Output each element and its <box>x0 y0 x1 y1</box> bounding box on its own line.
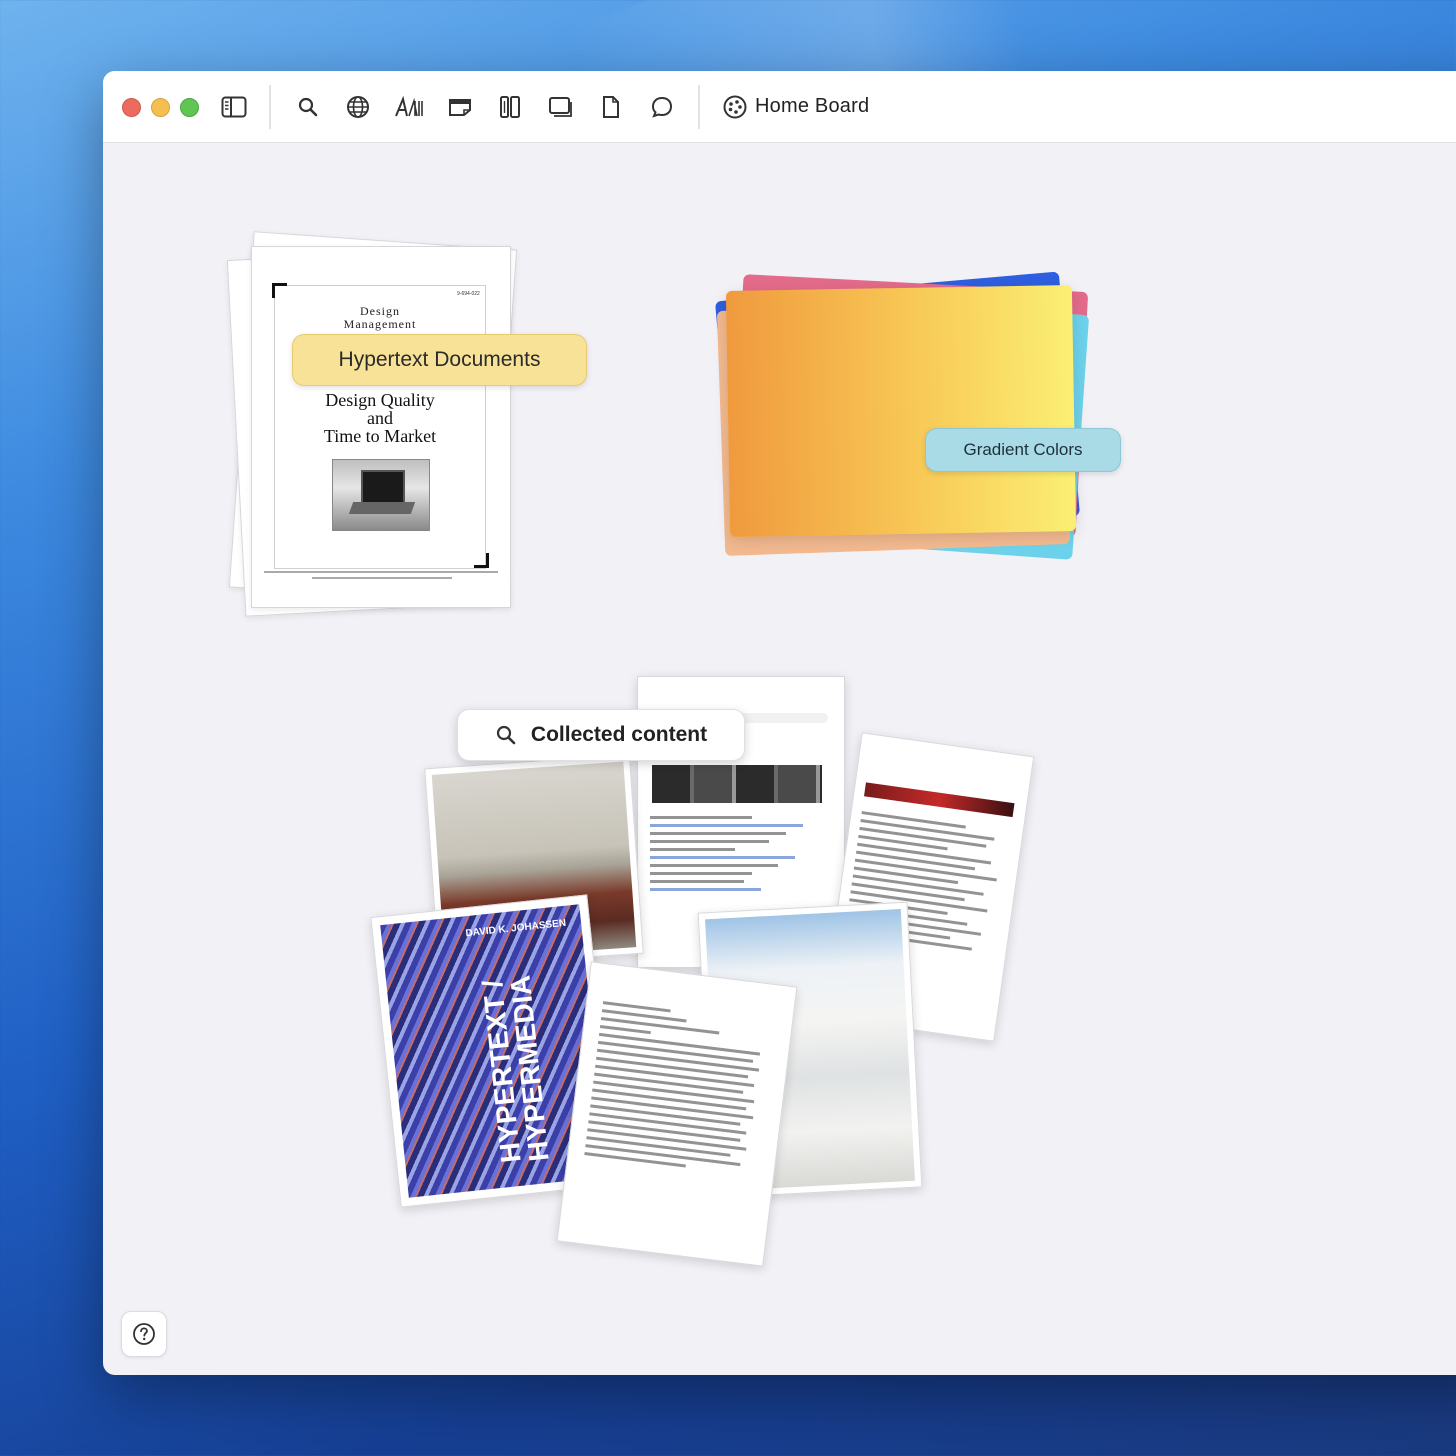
document-body: Design Quality and Time to Market <box>323 390 437 446</box>
search-icon[interactable] <box>293 92 323 122</box>
gradient-color-card <box>725 284 1077 538</box>
maximize-window-button[interactable] <box>180 98 199 117</box>
help-icon[interactable] <box>121 1311 167 1357</box>
hypertext-documents-label[interactable]: Hypertext Documents <box>292 334 587 386</box>
board-title[interactable]: Home Board <box>755 95 869 118</box>
book-title: HYPERTEXT / HYPERMEDIA <box>476 973 555 1165</box>
typewritten-document <box>556 961 798 1267</box>
minimize-window-button[interactable] <box>151 98 170 117</box>
gradient-colors-label[interactable]: Gradient Colors <box>925 428 1121 472</box>
document-icon[interactable] <box>596 92 626 122</box>
card-icon[interactable] <box>546 92 576 122</box>
board-icon <box>720 92 750 122</box>
close-window-button[interactable] <box>122 98 141 117</box>
text-icon[interactable] <box>394 92 424 122</box>
books-icon[interactable] <box>495 92 525 122</box>
globe-icon[interactable] <box>343 92 373 122</box>
search-icon <box>496 725 516 745</box>
app-window: Home Board 9-694-022 Design Management D… <box>103 71 1456 1375</box>
collected-content-text: Collected content <box>530 723 708 746</box>
comment-icon[interactable] <box>647 92 677 122</box>
collected-content-label[interactable]: Collected content <box>457 709 745 761</box>
computer-photo <box>332 459 430 531</box>
toolbar: Home Board <box>103 71 1456 143</box>
sidebar-icon[interactable] <box>219 92 249 122</box>
note-icon[interactable] <box>445 92 475 122</box>
toolbar-separator <box>698 85 700 129</box>
toolbar-separator <box>269 85 271 129</box>
document-page: 9-694-022 Design Management Design Quali… <box>251 246 511 608</box>
document-heading: Design Management <box>343 304 417 331</box>
board-canvas[interactable]: 9-694-022 Design Management Design Quali… <box>103 143 1456 1375</box>
